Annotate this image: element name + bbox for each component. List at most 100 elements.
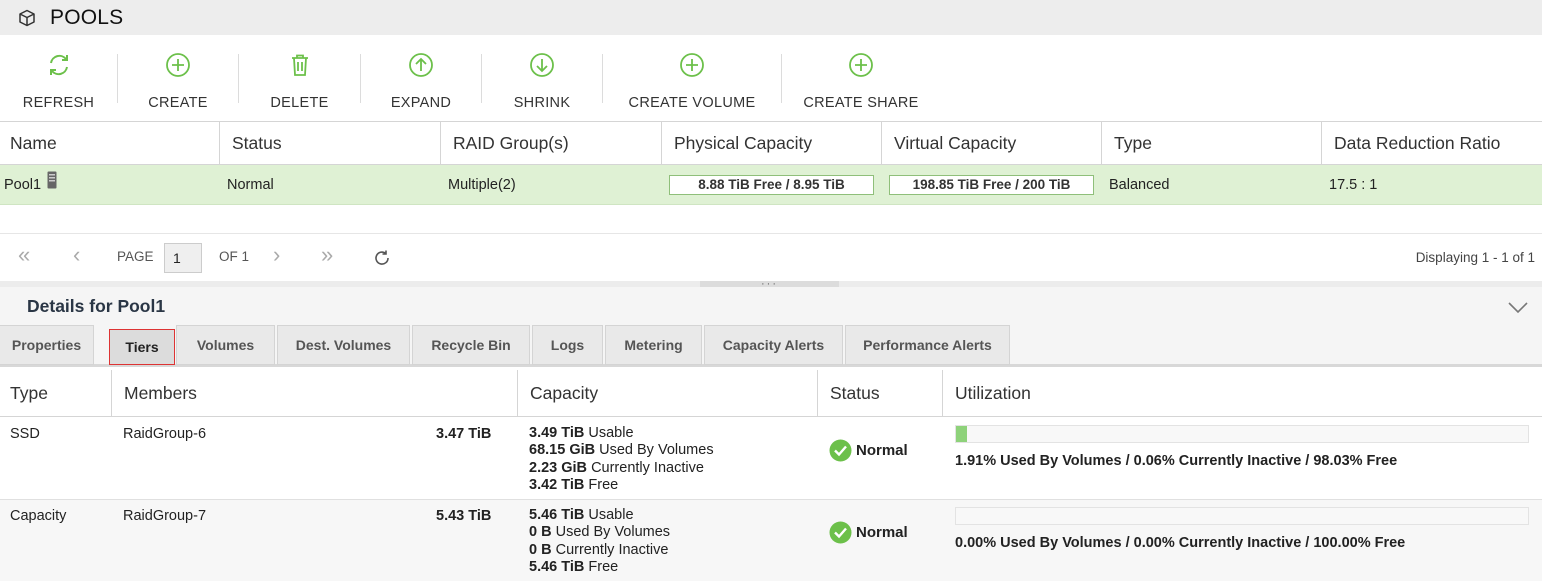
- free-value: 3.42 TiB: [529, 477, 585, 494]
- page-title: POOLS: [50, 5, 124, 29]
- column-header-capacity[interactable]: Capacity: [517, 370, 817, 417]
- status-badge: Normal: [829, 521, 908, 544]
- column-header-name[interactable]: Name: [0, 122, 219, 164]
- create-label: CREATE: [148, 95, 208, 111]
- tab-properties[interactable]: Properties: [0, 325, 94, 365]
- utilization-bar: [955, 507, 1529, 525]
- virtual-capacity-bar: 198.85 TiB Free / 200 TiB: [889, 174, 1094, 195]
- pagination-bar: « ‹ PAGE 1 OF 1 › » Displaying 1 - 1 of …: [0, 233, 1542, 281]
- column-header-members[interactable]: Members: [111, 370, 517, 417]
- status-badge: Normal: [829, 439, 908, 462]
- cube-icon: [18, 9, 36, 27]
- details-title: Details for Pool1: [27, 296, 166, 316]
- status-text: Normal: [856, 442, 908, 459]
- inactive-label: Currently Inactive: [555, 541, 669, 558]
- column-header-data-reduction-ratio[interactable]: Data Reduction Ratio: [1321, 122, 1542, 164]
- pool-name-cell: Pool1: [0, 165, 219, 204]
- column-header-utilization[interactable]: Utilization: [942, 370, 1542, 417]
- status-text: Normal: [856, 524, 908, 541]
- tab-recycle-bin[interactable]: Recycle Bin: [412, 325, 530, 365]
- check-circle-icon: [829, 521, 852, 544]
- refresh-icon: [45, 51, 73, 79]
- inactive-value: 2.23 GiB: [529, 459, 588, 476]
- column-header-type[interactable]: Type: [0, 370, 111, 417]
- storage-device-icon: [47, 171, 57, 193]
- used-value: 68.15 GiB: [529, 442, 596, 459]
- pool-name: Pool1: [4, 176, 42, 193]
- tiers-table: Type Members Capacity Status Utilization…: [0, 370, 1542, 581]
- expand-button[interactable]: EXPAND: [361, 35, 481, 121]
- page-label: PAGE: [117, 249, 154, 264]
- column-header-status[interactable]: Status: [219, 122, 440, 164]
- tab-volumes[interactable]: Volumes: [176, 325, 275, 365]
- pool-physical-capacity-cell: 8.88 TiB Free / 8.95 TiB: [661, 165, 881, 204]
- next-page-icon[interactable]: ›: [273, 242, 280, 268]
- free-label: Free: [588, 559, 619, 576]
- tier-member-size: 5.43 TiB: [436, 508, 492, 524]
- tab-performance-alerts[interactable]: Performance Alerts: [845, 325, 1010, 365]
- tab-metering[interactable]: Metering: [605, 325, 702, 365]
- tier-member-size: 3.47 TiB: [436, 426, 492, 442]
- tab-tiers[interactable]: Tiers: [109, 329, 175, 365]
- create-share-button[interactable]: CREATE SHARE: [782, 35, 940, 121]
- physical-capacity-bar: 8.88 TiB Free / 8.95 TiB: [669, 174, 874, 195]
- delete-button[interactable]: DELETE: [239, 35, 360, 121]
- used-label: Used By Volumes: [599, 442, 714, 459]
- create-volume-label: CREATE VOLUME: [628, 95, 756, 111]
- arrow-up-circle-icon: [407, 51, 435, 79]
- chevron-down-icon[interactable]: [1508, 301, 1528, 317]
- create-share-label: CREATE SHARE: [803, 95, 919, 111]
- shrink-label: SHRINK: [513, 95, 571, 111]
- tiers-table-header: Type Members Capacity Status Utilization: [0, 370, 1542, 417]
- utilization-bar: [955, 425, 1529, 443]
- reload-icon[interactable]: [373, 249, 391, 270]
- pool-virtual-capacity-cell: 198.85 TiB Free / 200 TiB: [881, 165, 1101, 204]
- column-header-status[interactable]: Status: [817, 370, 942, 417]
- usable-label: Usable: [588, 507, 634, 523]
- page-count-label: OF 1: [219, 249, 250, 264]
- inactive-label: Currently Inactive: [591, 459, 704, 476]
- refresh-button[interactable]: REFRESH: [0, 35, 117, 121]
- column-header-raid-groups[interactable]: RAID Group(s): [440, 122, 661, 164]
- toolbar: REFRESH CREATE DELETE EXPAND SHRINK CREA…: [0, 35, 1542, 121]
- create-button[interactable]: CREATE: [118, 35, 238, 121]
- usable-value: 5.46 TiB: [529, 507, 585, 523]
- tier-type: Capacity: [10, 508, 67, 524]
- tab-logs[interactable]: Logs: [532, 325, 603, 365]
- tab-capacity-alerts[interactable]: Capacity Alerts: [704, 325, 843, 365]
- free-value: 5.46 TiB: [529, 559, 585, 576]
- column-header-physical-capacity[interactable]: Physical Capacity: [661, 122, 881, 164]
- first-page-icon[interactable]: «: [18, 242, 30, 268]
- table-row[interactable]: SSD RaidGroup-6 3.47 TiB 3.49 TiB Usable…: [0, 417, 1542, 500]
- page-number-input[interactable]: 1: [164, 243, 202, 273]
- table-row[interactable]: Pool1 Normal Multiple(2) 8.88 TiB Free /…: [0, 165, 1542, 205]
- utilization-text: 1.91% Used By Volumes / 0.06% Currently …: [955, 453, 1398, 469]
- usable-value: 3.49 TiB: [529, 425, 585, 441]
- free-label: Free: [588, 477, 619, 494]
- tier-type: SSD: [10, 426, 40, 442]
- tier-member: RaidGroup-6: [123, 426, 207, 442]
- tier-capacity-breakdown: 5.46 TiB Usable 0 B Used By Volumes 0 B …: [529, 507, 670, 577]
- utilization-text: 0.00% Used By Volumes / 0.00% Currently …: [955, 535, 1406, 551]
- used-value: 0 B: [529, 524, 552, 541]
- displaying-count: Displaying 1 - 1 of 1: [1415, 250, 1535, 265]
- previous-page-icon[interactable]: ‹: [73, 242, 80, 268]
- expand-label: EXPAND: [390, 95, 452, 111]
- column-header-type[interactable]: Type: [1101, 122, 1321, 164]
- check-circle-icon: [829, 439, 852, 462]
- details-tabs: Properties Tiers Volumes Dest. Volumes R…: [0, 325, 1542, 367]
- inactive-value: 0 B: [529, 541, 552, 558]
- trash-icon: [286, 51, 314, 79]
- usable-label: Usable: [588, 425, 634, 441]
- used-label: Used By Volumes: [555, 524, 671, 541]
- tab-dest-volumes[interactable]: Dest. Volumes: [277, 325, 410, 365]
- pool-type: Balanced: [1109, 176, 1170, 193]
- column-header-virtual-capacity[interactable]: Virtual Capacity: [881, 122, 1101, 164]
- plus-circle-icon: [678, 51, 706, 79]
- pool-status: Normal: [227, 176, 274, 193]
- shrink-button[interactable]: SHRINK: [482, 35, 602, 121]
- plus-circle-icon: [164, 51, 192, 79]
- create-volume-button[interactable]: CREATE VOLUME: [603, 35, 781, 121]
- last-page-icon[interactable]: »: [321, 242, 333, 268]
- table-row[interactable]: Capacity RaidGroup-7 5.43 TiB 5.46 TiB U…: [0, 500, 1542, 581]
